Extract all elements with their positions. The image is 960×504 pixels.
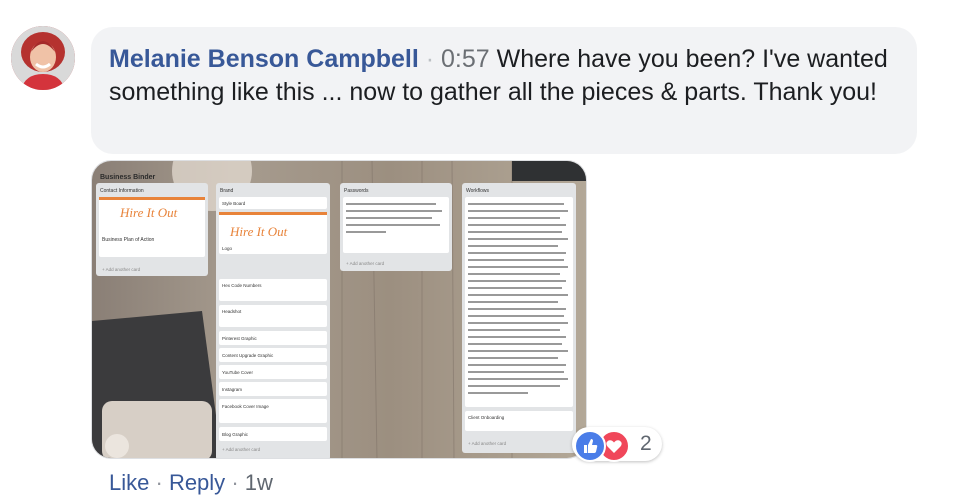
- comment-attachment-image[interactable]: Business Binder Contact Information Hire…: [91, 160, 587, 459]
- card-text: Headshot: [222, 309, 242, 314]
- card-text: Content Upgrade Graphic: [222, 353, 274, 358]
- board-title: Business Binder: [100, 174, 156, 181]
- comment-author[interactable]: Melanie Benson Campbell: [109, 45, 419, 73]
- card-text: Client Onboarding: [468, 415, 505, 420]
- add-card: + Add another card: [102, 267, 141, 272]
- card-logo-text: Hire It Out: [229, 224, 288, 239]
- card-logo-text: Hire It Out: [119, 205, 178, 220]
- comment-age[interactable]: 1w: [245, 470, 273, 495]
- like-link[interactable]: Like: [109, 470, 149, 495]
- action-separator: ·: [155, 470, 163, 495]
- add-card: + Add another card: [468, 441, 507, 446]
- list-title: Contact Information: [100, 188, 144, 194]
- comment-bubble: Melanie Benson Campbell · 0:57 Where hav…: [91, 27, 917, 154]
- reactions-summary[interactable]: 2: [572, 427, 662, 462]
- add-card: + Add another card: [222, 447, 261, 452]
- card-text: Business Plan of Action: [102, 237, 154, 243]
- comment-timestamp[interactable]: 0:57: [441, 45, 490, 73]
- avatar[interactable]: [11, 26, 75, 90]
- list-title: Passwords: [344, 188, 369, 194]
- like-icon: [574, 430, 606, 462]
- list-title: Brand: [220, 188, 234, 194]
- card-text: Pinterest Graphic: [222, 336, 258, 341]
- board-list: Contact Information Hire It Out Business…: [96, 183, 208, 276]
- reaction-count: 2: [640, 432, 652, 455]
- avatar-photo: [11, 26, 75, 90]
- card-text: Blog Graphic: [222, 432, 249, 437]
- card-text: Style Board: [222, 201, 246, 206]
- add-card: + Add another card: [346, 261, 385, 266]
- card-text: Logo: [222, 246, 233, 251]
- card-text: YouTube Cover: [222, 370, 253, 375]
- card-text: Instagram: [222, 387, 242, 392]
- card-text: Facebook Cover Image: [222, 404, 269, 409]
- comment-actions: Like · Reply · 1w: [109, 470, 273, 496]
- attachment-board-illustration: Business Binder Contact Information Hire…: [92, 161, 586, 458]
- board-list: Passwords + Add another card: [340, 183, 452, 271]
- comment-separator: ·: [425, 45, 435, 73]
- action-separator: ·: [231, 470, 239, 495]
- board-list: Brand Style Board Hire It Out Logo Hex C…: [216, 183, 330, 458]
- list-title: Workflows: [466, 188, 489, 194]
- reply-link[interactable]: Reply: [169, 470, 225, 495]
- board-list: Workflows Client Onboarding + Add anothe…: [462, 183, 576, 453]
- card-text: Hex Code Numbers: [222, 283, 262, 288]
